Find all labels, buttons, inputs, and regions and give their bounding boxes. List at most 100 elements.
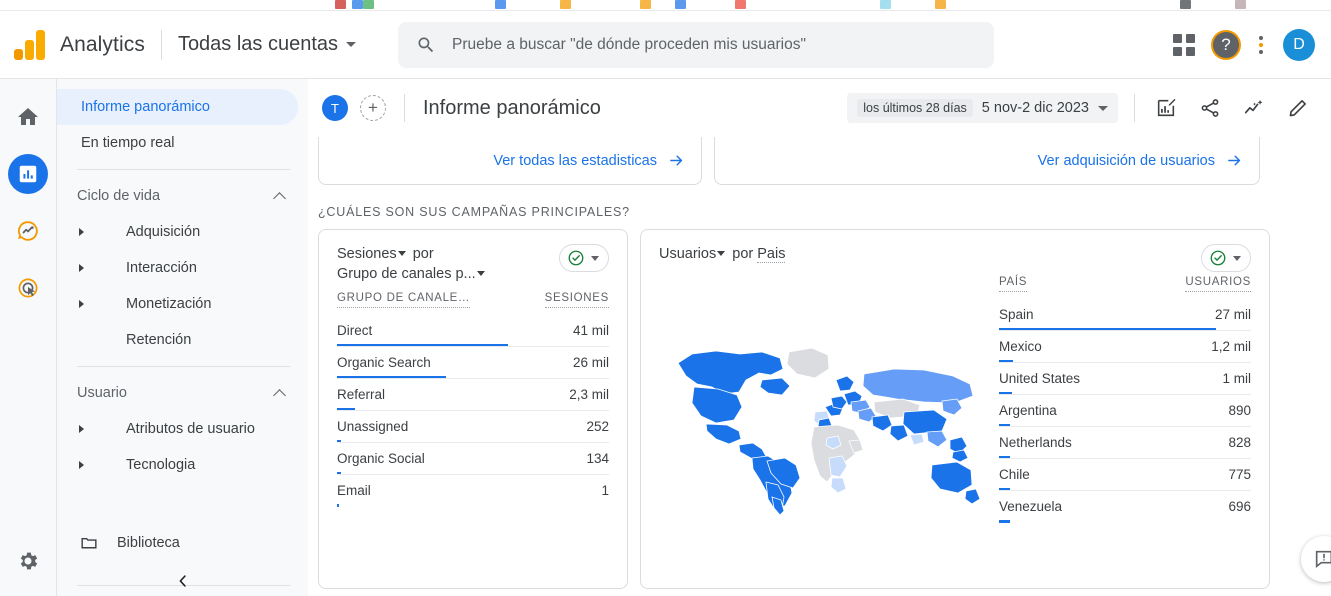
browser-tab-favicon[interactable] [935, 0, 946, 9]
sidebar-item-library[interactable]: Biblioteca [57, 523, 308, 563]
row-value: 890 [1228, 403, 1251, 418]
sidebar-item-label: Retención [126, 332, 192, 348]
row-value: 2,3 mil [569, 387, 609, 402]
table-row[interactable]: Argentina 890 [999, 394, 1251, 427]
table-row[interactable]: United States 1 mil [999, 362, 1251, 395]
card-status-badge[interactable] [1201, 244, 1251, 272]
chevron-down-icon[interactable] [397, 250, 406, 256]
account-selector[interactable]: Todas las cuentas [178, 33, 357, 56]
table-row[interactable]: Organic Search 26 mil [337, 346, 609, 379]
explore-icon [18, 221, 38, 241]
card-status-badge[interactable] [559, 244, 609, 272]
icon-rail [0, 79, 56, 596]
chevron-right-icon [79, 228, 84, 236]
rail-item-advertising[interactable] [8, 268, 48, 308]
sidebar-item-acquisition[interactable]: Adquisición [57, 214, 308, 250]
date-range-preset: los últimos 28 días [857, 99, 973, 117]
divider [77, 366, 290, 367]
sidebar-item-user-attributes[interactable]: Atributos de usuario [57, 411, 308, 447]
date-range-picker[interactable]: los últimos 28 días 5 nov-2 dic 2023 [847, 93, 1118, 123]
view-user-acquisition-link[interactable]: Ver adquisición de usuarios [1038, 152, 1243, 169]
table-row[interactable]: Mexico 1,2 mil [999, 330, 1251, 363]
compare-button[interactable] [1151, 93, 1181, 123]
table-row[interactable]: Spain 27 mil [999, 298, 1251, 331]
comparison-chip[interactable]: T [322, 95, 348, 121]
sidebar-item-retention[interactable]: Retención [57, 322, 308, 358]
browser-tab-favicon[interactable] [352, 0, 363, 9]
share-button[interactable] [1195, 93, 1225, 123]
table-row[interactable]: Email 1 [337, 474, 609, 507]
brand-title: Analytics [60, 32, 145, 56]
row-label: Spain [999, 306, 1034, 322]
view-all-statistics-link[interactable]: Ver todas las estadisticas [493, 152, 685, 169]
check-circle-icon [1210, 250, 1226, 266]
table-row[interactable]: Netherlands 828 [999, 426, 1251, 459]
kebab-menu-icon[interactable] [1257, 34, 1265, 56]
browser-tab-favicon[interactable] [880, 0, 891, 9]
row-label: Venezuela [999, 499, 1063, 514]
divider [1134, 94, 1135, 122]
page-title: Informe panorámico [423, 96, 601, 119]
table-row[interactable]: Referral 2,3 mil [337, 378, 609, 411]
card-metric-selector[interactable]: Sesiones por Grupo de canales p... [337, 244, 488, 284]
report-scroll-area[interactable]: Ver todas las estadisticas Ver adquisici… [308, 137, 1331, 596]
by-label: por [732, 246, 754, 262]
metric-label: Sesiones [337, 246, 397, 262]
link-label: Ver adquisición de usuarios [1037, 152, 1215, 169]
world-map[interactable] [659, 276, 989, 576]
sidebar-item-realtime[interactable]: En tiempo real [57, 125, 298, 161]
table-row[interactable]: Chile 775 [999, 458, 1251, 491]
sidebar-item-engagement[interactable]: Interacción [57, 250, 308, 286]
browser-tab-favicon[interactable] [1180, 0, 1191, 9]
sidebar-item-overview[interactable]: Informe panorámico [57, 89, 298, 125]
chevron-down-icon[interactable] [717, 250, 726, 256]
edit-button[interactable] [1283, 93, 1313, 123]
top-app-bar: Analytics Todas las cuentas Pruebe a bus… [0, 11, 1331, 79]
search-box[interactable]: Pruebe a buscar "de dónde proceden mis u… [398, 21, 995, 68]
table-row[interactable]: Organic Social 134 [337, 442, 609, 475]
sidebar-item-monetization[interactable]: Monetización [57, 286, 308, 322]
grid-apps-icon[interactable] [1173, 33, 1195, 56]
reports-icon [19, 165, 37, 183]
search-icon [418, 37, 434, 52]
chevron-down-icon [1098, 105, 1108, 111]
analytics-app: Analytics Todas las cuentas Pruebe a bus… [0, 0, 1331, 596]
check-circle-icon [568, 250, 584, 266]
link-label: Ver todas las estadisticas [493, 152, 657, 169]
compare-icon [1157, 98, 1176, 117]
browser-tab-favicon[interactable] [735, 0, 746, 9]
rail-item-reports[interactable] [8, 154, 48, 194]
browser-tab-favicon[interactable] [675, 0, 686, 9]
chevron-down-icon [591, 255, 599, 261]
table-row[interactable]: Direct 41 mil [337, 314, 609, 347]
card-metric-selector[interactable]: Usuarios por Pais [659, 244, 786, 264]
browser-tab-favicon[interactable] [495, 0, 506, 9]
advertising-icon [18, 278, 38, 298]
table-row[interactable]: Unassigned 252 [337, 410, 609, 443]
sidebar-group-user[interactable]: Usuario [57, 375, 308, 411]
sidebar-collapse-button[interactable] [57, 572, 309, 590]
table-row[interactable]: Venezuela 696 [999, 490, 1251, 523]
rail-item-home[interactable] [8, 97, 48, 137]
avatar[interactable]: D [1283, 28, 1315, 61]
row-label: Chile [999, 467, 1030, 482]
sidebar-group-lifecycle[interactable]: Ciclo de vida [57, 178, 308, 214]
home-icon [18, 108, 38, 125]
browser-tab-favicon[interactable] [363, 0, 374, 9]
row-value: 828 [1228, 435, 1251, 450]
browser-tab-favicon[interactable] [335, 0, 346, 9]
browser-tab-favicon[interactable] [640, 0, 651, 9]
row-value: 27 mil [1214, 306, 1251, 322]
sidebar-item-technology[interactable]: Tecnologia [57, 447, 308, 483]
top-bar-actions: ? D [1173, 28, 1331, 61]
settings-gear-button[interactable] [8, 541, 48, 581]
browser-tab-favicon[interactable] [560, 0, 571, 9]
help-icon[interactable]: ? [1213, 31, 1239, 58]
folder-icon [81, 537, 97, 549]
add-comparison-button[interactable]: + [360, 95, 386, 121]
insights-button[interactable] [1239, 93, 1269, 123]
chevron-down-icon[interactable] [476, 270, 485, 276]
rail-item-explore[interactable] [8, 211, 48, 251]
browser-tab-favicon[interactable] [1235, 0, 1246, 9]
user-acquisition-card: Ver adquisición de usuarios [714, 137, 1260, 185]
